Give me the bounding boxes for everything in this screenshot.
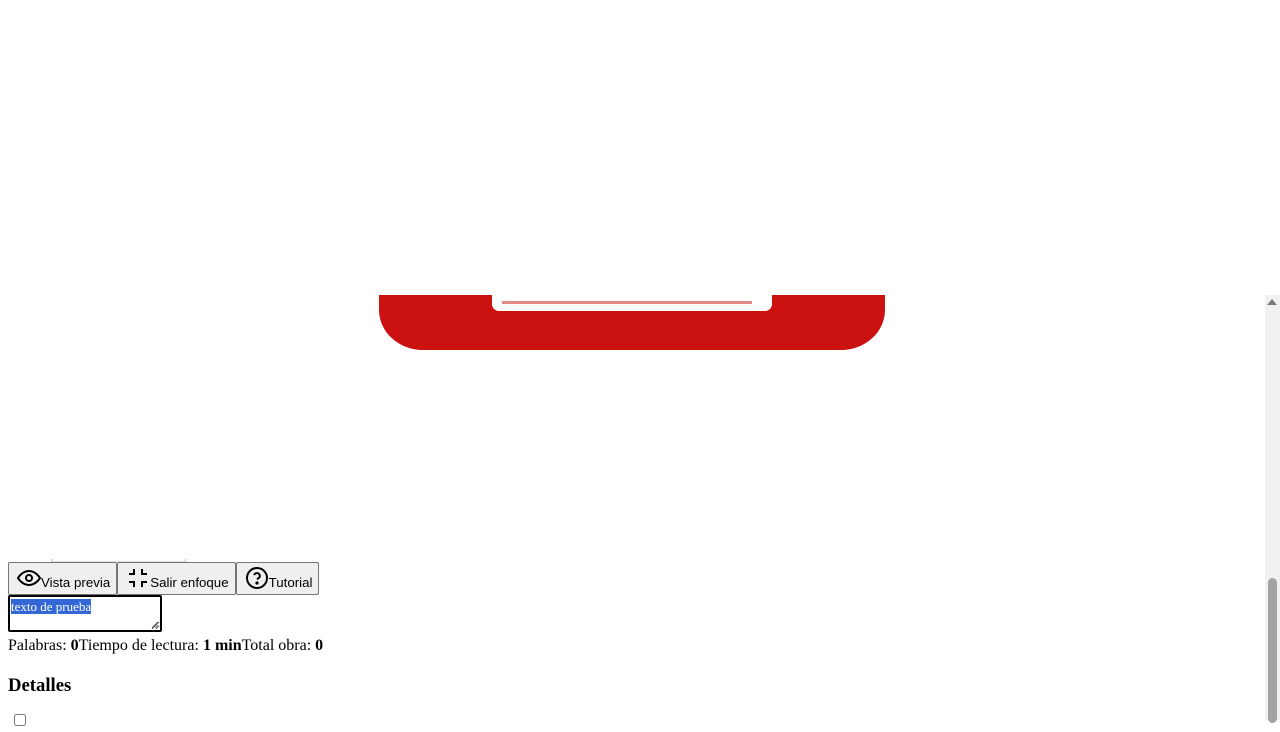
text-editor[interactable]: texto de prueba [8,595,162,632]
collapse-icon [126,566,150,590]
reading-time-value: 1 min [202,637,242,654]
editor-selected-text[interactable]: texto de prueba [11,599,92,614]
tutorial-button[interactable]: Tutorial [235,562,320,595]
writing-stats: Palabras: 0Tiempo de lectura: 1 minTotal… [8,637,323,655]
red-banner-graphic [379,295,885,350]
banner-slot [492,295,772,311]
eye-icon [17,566,41,590]
total-label: Total obra: [241,637,316,654]
details-option-row [8,714,26,732]
preview-button-label: Vista previa [41,575,111,590]
details-heading: Detalles [8,675,72,696]
words-label: Palabras: [8,637,71,654]
reading-time-label: Tiempo de lectura: [78,637,203,654]
help-circle-icon [245,566,269,590]
total-value: 0 [315,637,324,654]
exit-focus-button-label: Salir enfoque [150,575,229,590]
banner-slot-line [502,301,752,304]
exit-focus-button[interactable]: Salir enfoque [117,562,236,595]
editor-toolbar: Vista previa Salir enfoque Tutorial [8,562,320,595]
vertical-scrollbar[interactable] [1265,295,1280,723]
tutorial-button-label: Tutorial [268,575,313,590]
resize-grip-icon[interactable] [151,621,159,629]
scroll-up-arrow-icon[interactable] [1267,299,1277,305]
details-checkbox[interactable] [14,714,26,726]
preview-button[interactable]: Vista previa [8,562,118,595]
words-value: 0 [70,637,79,654]
scroll-thumb[interactable] [1268,578,1277,723]
